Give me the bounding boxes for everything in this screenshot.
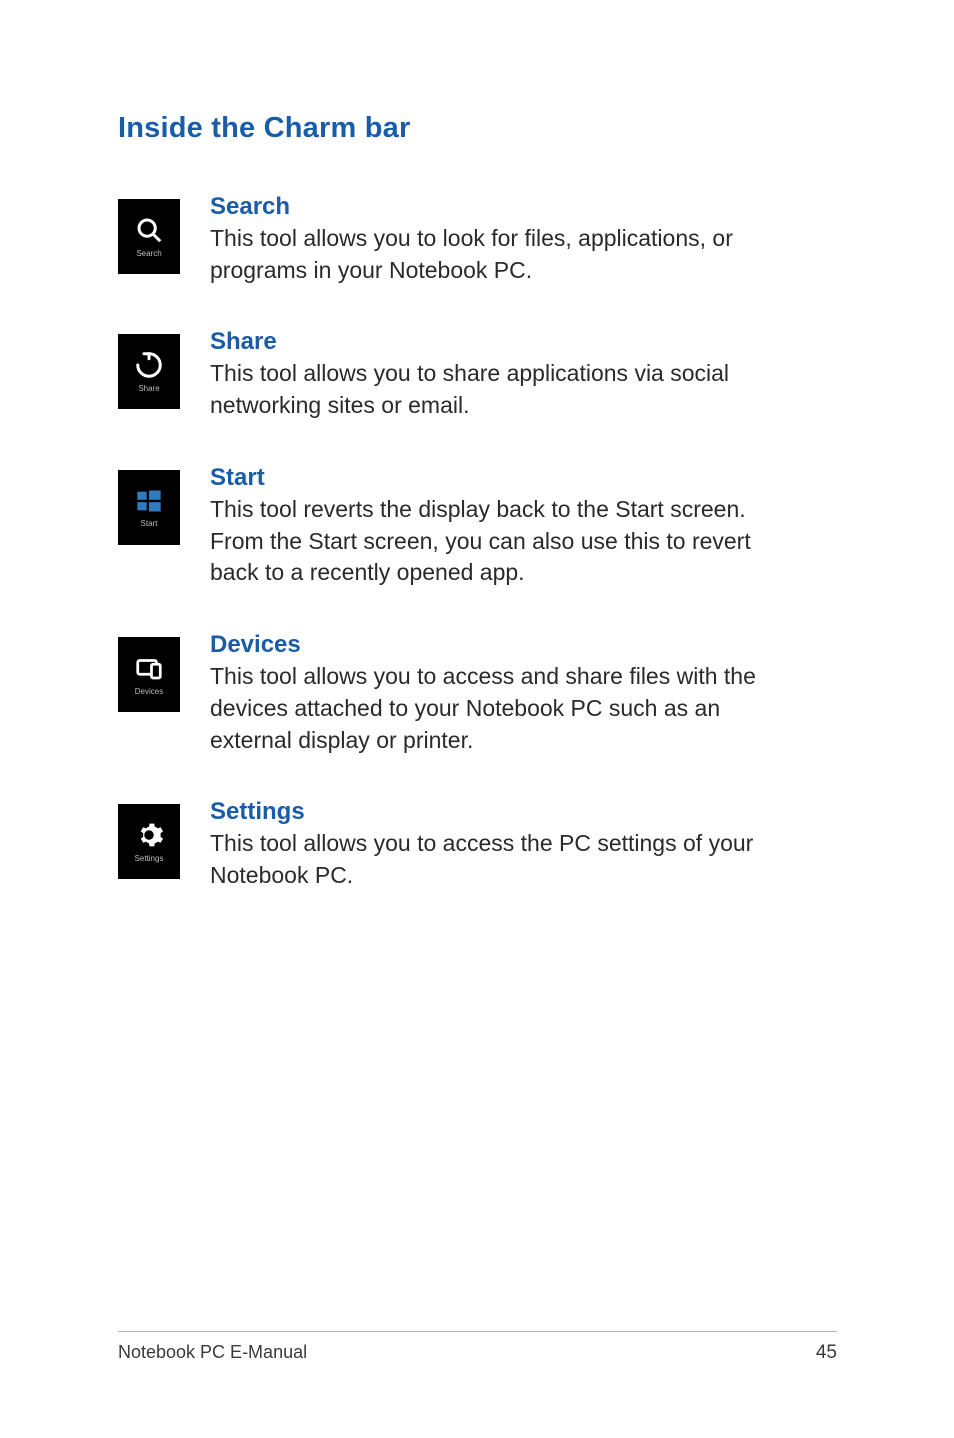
page-footer: Notebook PC E-Manual 45 <box>118 1331 837 1364</box>
footer-rule <box>118 1331 837 1332</box>
entry-desc: This tool allows you to look for files, … <box>210 223 770 286</box>
search-icon: Search <box>118 199 180 274</box>
icon-label: Settings <box>135 854 164 863</box>
settings-icon: Settings <box>118 804 180 879</box>
section-title: Inside the Charm bar <box>118 112 837 145</box>
entry-desc: This tool allows you to share applicatio… <box>210 358 770 421</box>
footer-title: Notebook PC E-Manual <box>118 1342 307 1363</box>
share-icon: Share <box>118 334 180 409</box>
start-icon: Start <box>118 470 180 545</box>
entry-title: Search <box>210 193 770 221</box>
entry-title: Start <box>210 464 770 492</box>
entry-title: Share <box>210 328 770 356</box>
entry-desc: This tool allows you to access and share… <box>210 661 770 756</box>
document-page: Inside the Charm bar Search Search This … <box>0 0 954 1438</box>
charm-entry-search: Search Search This tool allows you to lo… <box>118 193 837 286</box>
charm-entry-devices: Devices Devices This tool allows you to … <box>118 631 837 756</box>
entry-desc: This tool reverts the display back to th… <box>210 494 770 589</box>
devices-icon: Devices <box>118 637 180 712</box>
page-number: 45 <box>816 1342 837 1364</box>
charm-entry-start: Start Start This tool reverts the displa… <box>118 464 837 589</box>
charm-entry-share: Share Share This tool allows you to shar… <box>118 328 837 421</box>
charm-entry-settings: Settings Settings This tool allows you t… <box>118 798 837 891</box>
icon-label: Devices <box>135 687 163 696</box>
icon-label: Search <box>136 249 161 258</box>
icon-label: Share <box>138 384 159 393</box>
entry-title: Settings <box>210 798 770 826</box>
entry-title: Devices <box>210 631 770 659</box>
entry-desc: This tool allows you to access the PC se… <box>210 828 770 891</box>
icon-label: Start <box>141 519 158 528</box>
